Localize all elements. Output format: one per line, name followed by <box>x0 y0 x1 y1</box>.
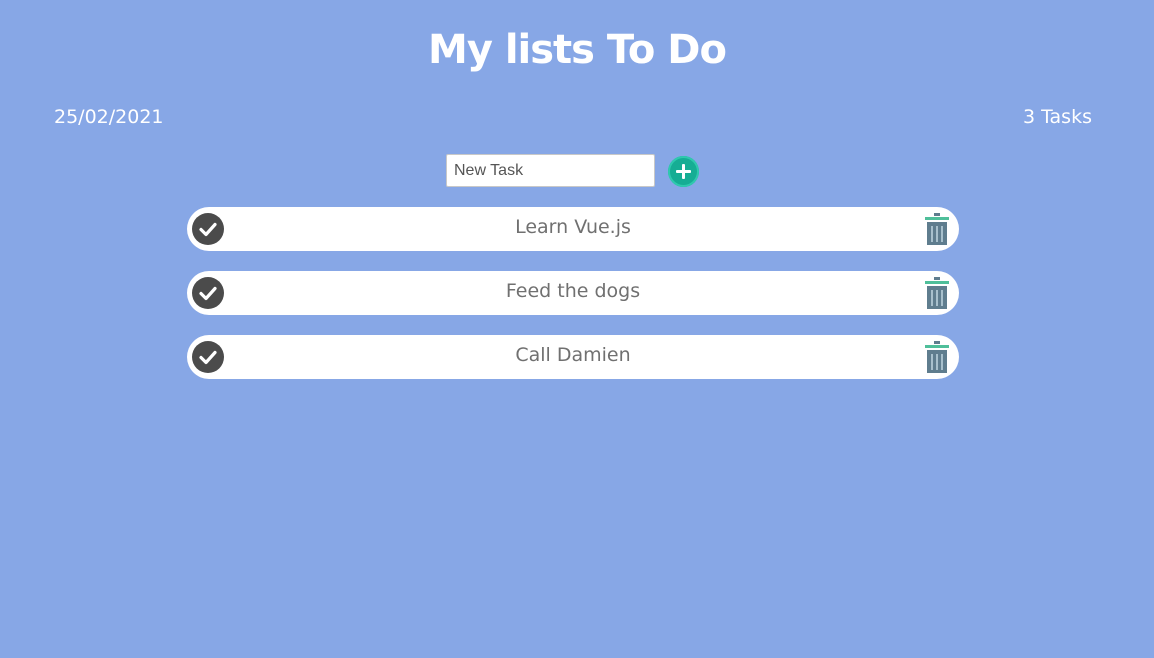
check-icon <box>199 350 217 365</box>
task-count: 3 Tasks <box>1022 106 1092 128</box>
check-icon <box>199 286 217 301</box>
trash-icon <box>925 213 949 245</box>
todo-text: Learn Vue.js <box>515 216 631 238</box>
delete-task-button[interactable] <box>924 212 950 246</box>
todo-list: Learn Vue.js Feed the dogs Call Damien <box>187 207 959 399</box>
new-task-input[interactable] <box>446 154 655 187</box>
check-icon <box>199 222 217 237</box>
page-title: My lists To Do <box>428 27 727 73</box>
todo-text: Feed the dogs <box>505 280 641 302</box>
todo-item: Learn Vue.js <box>187 207 959 251</box>
add-task-button[interactable] <box>668 156 699 187</box>
trash-icon <box>925 341 949 373</box>
todo-text: Call Damien <box>515 344 631 366</box>
plus-circle-icon <box>676 164 691 179</box>
delete-task-button[interactable] <box>924 276 950 310</box>
delete-task-button[interactable] <box>924 340 950 374</box>
trash-icon <box>925 277 949 309</box>
todo-item: Call Damien <box>187 335 959 379</box>
complete-task-button[interactable] <box>192 341 224 373</box>
complete-task-button[interactable] <box>192 277 224 309</box>
todo-item: Feed the dogs <box>187 271 959 315</box>
todo-app: My lists To Do 25/02/2021 3 Tasks Learn … <box>0 0 1154 658</box>
current-date: 25/02/2021 <box>54 106 164 128</box>
complete-task-button[interactable] <box>192 213 224 245</box>
